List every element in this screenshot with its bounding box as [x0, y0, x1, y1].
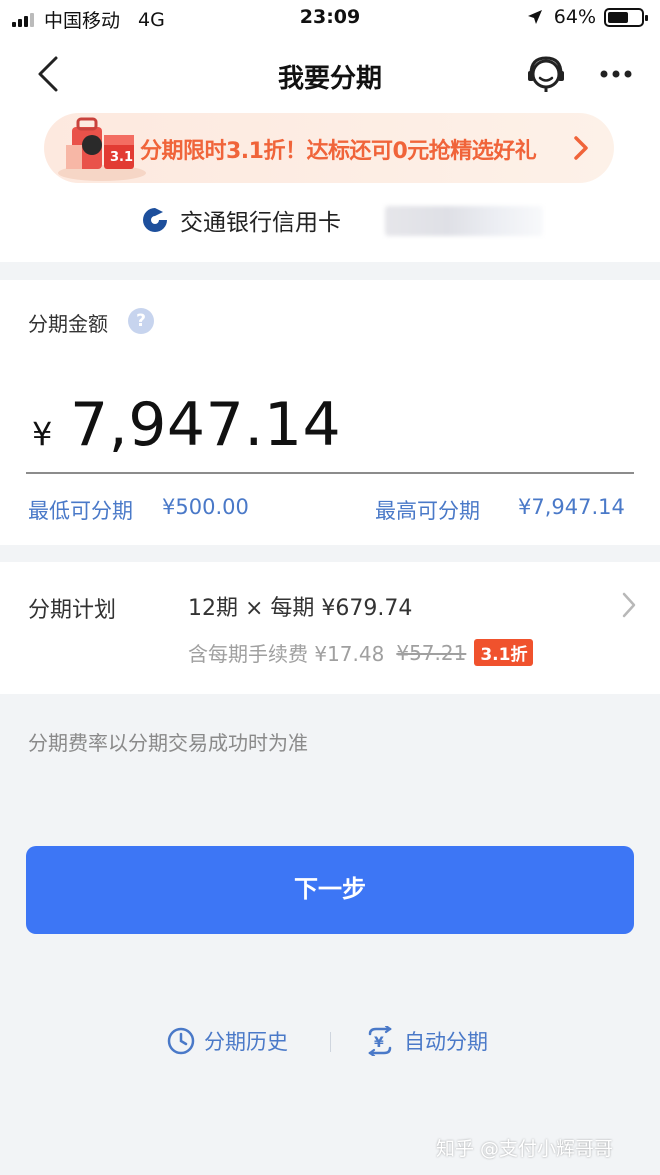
bank-logo-icon: [143, 208, 167, 232]
next-button[interactable]: 下一步: [26, 846, 634, 934]
customer-service-icon[interactable]: [524, 52, 568, 96]
max-amount-label: 最高可分期: [375, 499, 480, 523]
status-bar: 中国移动 4G 23:09 64%: [0, 0, 660, 38]
min-amount-label: 最低可分期: [28, 499, 133, 523]
amount-input[interactable]: 7,947.14: [70, 390, 341, 460]
auto-installment-link[interactable]: ¥ 自动分期: [364, 1026, 488, 1056]
history-link[interactable]: 分期历史: [166, 1026, 288, 1056]
link-divider: [330, 1032, 331, 1052]
auto-label: 自动分期: [404, 1030, 488, 1054]
bottom-links: 分期历史 ¥ 自动分期: [0, 1022, 660, 1062]
promo-chevron-icon: [574, 136, 588, 160]
installment-plan-row[interactable]: 分期计划 12期 × 每期 ¥679.74 含每期手续费 ¥17.48 ¥57.…: [0, 562, 660, 694]
gift-icon: 3.1: [58, 117, 146, 181]
history-label: 分期历史: [204, 1030, 288, 1054]
location-arrow-icon: [527, 10, 542, 24]
amount-panel: 分期金额 ? ¥ 7,947.14 最低可分期 ¥500.00 最高可分期 ¥7…: [0, 280, 660, 545]
battery-percent: 64%: [553, 6, 596, 28]
battery-icon: [604, 7, 648, 27]
clock-icon: [167, 1027, 195, 1055]
amount-label: 分期金额: [28, 312, 108, 336]
help-icon[interactable]: ?: [128, 308, 154, 334]
amount-underline: [26, 472, 634, 474]
nav-bar: 我要分期: [0, 40, 660, 110]
discount-badge: 3.1折: [474, 639, 534, 666]
plan-fee: 含每期手续费 ¥17.48 ¥57.21 3.1折: [188, 638, 534, 667]
chevron-right-icon: [622, 592, 636, 618]
min-amount-value: ¥500.00: [162, 495, 249, 519]
plan-summary: 12期 × 每期 ¥679.74: [188, 596, 413, 621]
promo-banner[interactable]: 3.1 分期限时3.1折！达标还可0元抢精选好礼: [44, 113, 614, 183]
card-selector[interactable]: 交通银行信用卡: [140, 200, 341, 240]
card-number-blurred: [385, 206, 543, 236]
max-amount-value: ¥7,947.14: [518, 495, 625, 519]
promo-text: 分期限时3.1折！达标还可0元抢精选好礼: [140, 139, 537, 164]
status-right: 64%: [526, 6, 648, 28]
bank-name: 交通银行信用卡: [180, 210, 341, 236]
auto-yen-icon: ¥: [368, 1026, 392, 1056]
rate-note: 分期费率以分期交易成功时为准: [28, 731, 308, 755]
watermark: 知乎 @支付小辉哥哥: [436, 1138, 614, 1160]
more-dots-icon[interactable]: [596, 54, 636, 94]
plan-label: 分期计划: [28, 598, 117, 623]
fee-label: 含每期手续费 ¥17.48: [188, 642, 385, 666]
promo-badge: 3.1: [110, 150, 133, 165]
currency-symbol: ¥: [32, 415, 53, 453]
svg-text:¥: ¥: [374, 1035, 384, 1051]
fee-original: ¥57.21: [396, 640, 467, 665]
